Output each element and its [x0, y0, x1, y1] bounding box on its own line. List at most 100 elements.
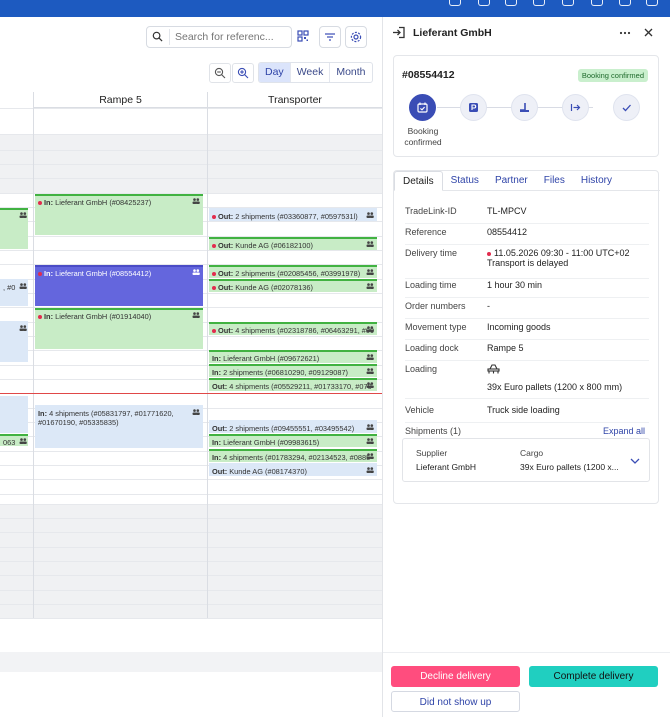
people-icon — [192, 269, 200, 275]
people-icon — [366, 212, 374, 218]
nav-icon[interactable] — [533, 0, 545, 6]
booking-detail-panel: Lieferant GmbH #08554412 Booking confirm… — [382, 17, 670, 717]
search-icon — [152, 31, 163, 42]
step-dock[interactable] — [511, 94, 538, 121]
booking-card[interactable]: In: 2 shipments (#06810290, #09129087) — [209, 364, 377, 377]
filter-button[interactable] — [319, 26, 341, 48]
booking-card[interactable]: In: 4 shipments (#01783294, #02134523, #… — [209, 449, 377, 462]
step-departure[interactable] — [562, 94, 589, 121]
details-box: Details Status Partner Files History Tra… — [393, 170, 660, 504]
booking-card[interactable]: In: Lieferant GmbH (#01914040) — [35, 308, 203, 349]
detail-value: 11.05.2026 09:30 - 11:00 UTC+02 Transport… — [487, 248, 630, 268]
tab-status[interactable]: Status — [443, 171, 487, 190]
people-icon — [366, 438, 374, 444]
booking-card[interactable]: Out: Kunde AG (#08174370) — [209, 463, 377, 476]
booking-text: Lieferant GmbH (#09672621) — [223, 354, 320, 363]
step-booking-confirmed[interactable] — [409, 94, 436, 121]
collapse-panel-icon[interactable] — [392, 26, 406, 39]
view-day-button[interactable]: Day — [259, 63, 291, 82]
booking-text: Kunde AG (#02078136) — [235, 283, 313, 292]
booking-card[interactable]: Out: 2 shipments (#03360877, #0597531l) — [209, 208, 377, 221]
panel-title: Lieferant GmbH — [413, 27, 492, 39]
people-icon — [366, 241, 374, 247]
grid-line — [0, 108, 382, 109]
supplier-value: Lieferant GmbH — [416, 462, 476, 472]
detail-key: Delivery time — [405, 248, 458, 258]
nav-icon[interactable] — [478, 0, 490, 6]
pallet-icon — [487, 364, 500, 374]
booking-text: Kunde AG (#06182100) — [235, 241, 313, 250]
tab-details[interactable]: Details — [394, 171, 443, 191]
booking-card[interactable]: Out: 2 shipments (#02085456, #03991978) — [209, 265, 377, 278]
zoom-in-button[interactable] — [232, 63, 254, 83]
settings-button[interactable] — [345, 26, 367, 48]
booking-text: 4 shipments (#05831797, #01771620, #0167… — [38, 409, 174, 427]
booking-card[interactable]: 063 — [0, 434, 28, 446]
booking-card[interactable]: , #0 — [0, 279, 28, 306]
decline-delivery-button[interactable]: Decline delivery — [391, 666, 520, 687]
booking-text: 4 shipments (#01783294, #02134523, #0885 — [223, 453, 371, 462]
booking-card-selected[interactable]: In: Lieferant GmbH (#08554412) — [35, 265, 203, 306]
nav-icon[interactable] — [449, 0, 461, 6]
detail-value: Incoming goods — [487, 322, 551, 332]
shipment-summary[interactable]: Supplier Lieferant GmbH Cargo 39x Euro p… — [402, 438, 650, 482]
booking-text: Lieferant GmbH (#08425237) — [55, 198, 152, 207]
booking-card[interactable]: In: 4 shipments (#05831797, #01771620, #… — [35, 405, 203, 448]
booking-text: 2 shipments (#06810290, #09129087) — [223, 368, 349, 377]
nav-icon[interactable] — [505, 0, 517, 6]
nav-icon[interactable] — [619, 0, 631, 6]
booking-text: Kunde AG (#08174370) — [229, 467, 307, 476]
step-parking[interactable] — [460, 94, 487, 121]
detail-value: 08554412 — [487, 227, 528, 237]
step-label: Booking confirmed — [404, 126, 442, 147]
detail-row-order-numbers: Order numbers - — [405, 301, 649, 319]
booking-card[interactable]: Out: 4 shipments (#05529211, #01733170, … — [209, 378, 377, 391]
nav-icon[interactable] — [591, 0, 603, 6]
booking-card[interactable] — [0, 321, 28, 362]
detail-row-vehicle: Vehicle Truck side loading — [405, 405, 649, 423]
delay-indicator-dot — [487, 251, 491, 256]
nav-icon[interactable] — [646, 0, 658, 6]
zoom-in-icon — [237, 67, 249, 79]
booking-card[interactable]: In: Lieferant GmbH (#08425237) — [35, 194, 203, 235]
people-icon — [192, 312, 200, 318]
booking-card[interactable] — [0, 208, 28, 249]
booking-card[interactable]: In: Lieferant GmbH (#09672621) — [209, 350, 377, 363]
booking-card[interactable]: In: Lieferant GmbH (#09983615) — [209, 434, 377, 447]
view-month-button[interactable]: Month — [330, 63, 371, 82]
step-completed[interactable] — [613, 94, 640, 121]
nav-icon[interactable] — [562, 0, 574, 6]
search-input[interactable] — [169, 29, 289, 45]
footer-band — [0, 652, 382, 672]
more-options-icon[interactable] — [619, 31, 631, 35]
people-icon — [366, 269, 374, 275]
booking-status-card: #08554412 Booking confirmed Booking conf… — [393, 55, 659, 157]
booking-card[interactable]: Out: 2 shipments (#09455551, #03495542) — [209, 420, 377, 433]
qr-scan-button[interactable] — [293, 26, 315, 48]
detail-value: TL-MPCV — [487, 206, 527, 216]
tab-partner[interactable]: Partner — [487, 171, 536, 190]
expand-all-link[interactable]: Expand all — [603, 426, 645, 436]
detail-key: Reference — [405, 227, 447, 237]
people-icon — [19, 212, 27, 218]
chevron-down-icon[interactable] — [630, 458, 640, 464]
booking-text: 2 shipments (#03360877, #0597531l) — [235, 212, 358, 221]
detail-key: Order numbers — [405, 301, 466, 311]
people-icon — [19, 283, 27, 289]
exit-arrow-icon — [570, 104, 581, 111]
booking-card[interactable]: Out: Kunde AG (#02078136) — [209, 279, 377, 292]
booking-card[interactable]: Out: 4 shipments (#02318786, #06463291, … — [209, 322, 377, 335]
tab-files[interactable]: Files — [536, 171, 573, 190]
people-icon — [366, 424, 374, 430]
tab-history[interactable]: History — [573, 171, 620, 190]
qr-code-icon — [297, 30, 309, 42]
close-icon[interactable] — [644, 28, 653, 37]
complete-delivery-button[interactable]: Complete delivery — [529, 666, 658, 687]
booking-text: Lieferant GmbH (#01914040) — [55, 312, 152, 321]
people-icon — [366, 467, 374, 473]
booking-card[interactable] — [0, 396, 28, 433]
view-week-button[interactable]: Week — [291, 63, 331, 82]
zoom-out-button[interactable] — [209, 63, 231, 83]
booking-card[interactable]: Out: Kunde AG (#06182100) — [209, 237, 377, 250]
no-show-button[interactable]: Did not show up — [391, 691, 520, 712]
